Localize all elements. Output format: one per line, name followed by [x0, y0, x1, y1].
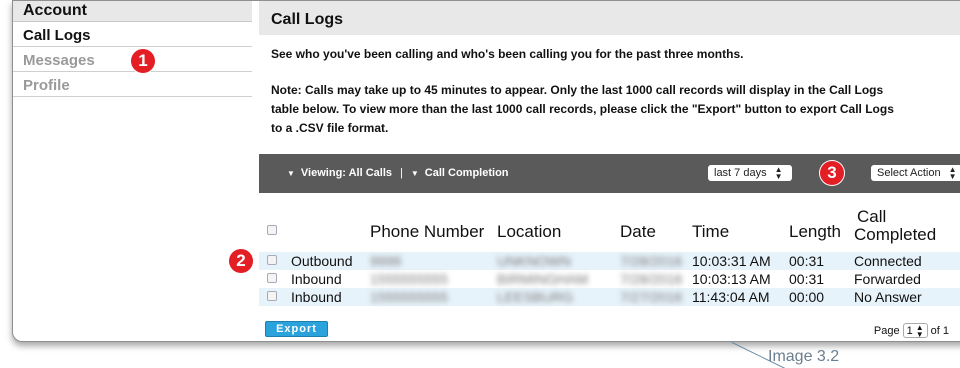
- select-arrows-icon: ▲ ▼: [774, 165, 783, 181]
- date-range-value: last 7 days: [714, 167, 767, 179]
- cell-length: 00:00: [789, 289, 825, 305]
- row-checkbox[interactable]: [267, 291, 277, 301]
- column-header-time[interactable]: Time: [692, 222, 729, 242]
- cell-status: Connected: [854, 253, 922, 269]
- column-header-length[interactable]: Length: [789, 222, 841, 242]
- cell-direction: Inbound: [291, 271, 342, 287]
- cell-length: 00:31: [789, 253, 825, 269]
- cell-direction: Inbound: [291, 289, 342, 305]
- cell-phone: 1555555555: [370, 289, 448, 305]
- filter-toolbar: ▼ Viewing: All Calls | ▼ Call Completion las…: [259, 154, 960, 193]
- cell-status: No Answer: [854, 289, 922, 305]
- sidebar-item-label: Call Logs: [23, 27, 91, 44]
- page-note: Note: Calls may take up to 45 minutes to…: [259, 61, 960, 138]
- cell-time: 11:43:04 AM: [692, 289, 770, 305]
- caret-down-icon[interactable]: ▼: [287, 169, 295, 178]
- cell-time: 10:03:13 AM: [692, 271, 771, 287]
- cell-direction: Outbound: [291, 253, 353, 269]
- table-row[interactable]: Inbound 1555555555 LEESBURG 7/27/2016 11…: [259, 288, 960, 306]
- column-header-phone[interactable]: Phone Number: [370, 222, 484, 242]
- cell-phone: 1555555555: [370, 271, 448, 287]
- page-prefix: Page: [873, 324, 900, 337]
- caret-down-icon[interactable]: ▼: [411, 169, 419, 178]
- select-all-checkbox[interactable]: [267, 225, 277, 235]
- cell-location: LEESBURG: [497, 289, 574, 305]
- sidebar-item-label: Messages: [23, 52, 95, 69]
- sidebar-item-profile[interactable]: Profile: [13, 72, 252, 97]
- column-header-call-completed[interactable]: Call Completed: [854, 208, 936, 244]
- cell-location: BIRMINGHAM: [497, 271, 588, 287]
- cell-status: Forwarded: [854, 271, 921, 287]
- action-select-value: Select Action: [877, 167, 941, 179]
- app-window: Account Call Logs Messages Profile Call …: [12, 0, 960, 342]
- image-caption: Image 3.2: [768, 348, 840, 365]
- cell-length: 00:31: [789, 271, 825, 287]
- page-select[interactable]: 1 ▲ ▼: [902, 322, 928, 339]
- note-line: table below. To view more than the last …: [271, 102, 894, 116]
- filter-group: ▼ Viewing: All Calls | ▼ Call Completion: [287, 167, 509, 179]
- filter-separator: |: [400, 167, 403, 179]
- callout-marker-2: 2: [229, 249, 253, 273]
- cell-date: 7/27/2016: [620, 289, 683, 305]
- cell-location: UNKNOWN: [497, 253, 571, 269]
- page-suffix: of 1: [930, 324, 949, 337]
- sidebar: Account Call Logs Messages Profile: [13, 1, 252, 341]
- cell-time: 10:03:31 AM: [692, 253, 771, 269]
- note-line: to a .CSV file format.: [271, 121, 389, 135]
- callout-marker-1: 1: [131, 49, 155, 73]
- select-arrows-icon: ▲ ▼: [948, 165, 957, 181]
- callout-marker-3: 3: [820, 161, 844, 185]
- page-description: See who you've been calling and who's be…: [271, 47, 744, 61]
- row-checkbox[interactable]: [267, 273, 277, 283]
- call-completion-filter[interactable]: Call Completion: [425, 167, 509, 179]
- cell-date: 7/28/2016: [620, 271, 683, 287]
- date-range-select[interactable]: last 7 days ▲ ▼: [708, 165, 792, 181]
- sidebar-item-call-logs[interactable]: Call Logs: [13, 22, 252, 47]
- cell-phone: 9999: [370, 253, 402, 269]
- sidebar-header: Account: [13, 1, 252, 22]
- export-button[interactable]: Export: [265, 321, 328, 337]
- sidebar-item-label: Profile: [23, 77, 70, 94]
- header-line: Call: [857, 207, 887, 226]
- column-header-location[interactable]: Location: [497, 222, 561, 242]
- header-line: Completed: [854, 225, 937, 244]
- column-header-date[interactable]: Date: [620, 222, 656, 242]
- table-row[interactable]: Inbound 1555555555 BIRMINGHAM 7/28/2016 …: [259, 270, 960, 288]
- main-content: Call Logs See who you've been calling an…: [259, 1, 960, 341]
- page-title: Call Logs: [259, 1, 960, 35]
- table-header: Phone Number Location Date Time Length C…: [259, 206, 960, 252]
- table-row[interactable]: Outbound 9999 UNKNOWN 7/28/2016 10:03:31…: [259, 252, 960, 270]
- pagination: Page 1 ▲ ▼ of 1: [874, 323, 949, 338]
- page-select-value: 1: [906, 324, 913, 337]
- action-select[interactable]: Select Action ▲ ▼: [871, 165, 960, 181]
- row-checkbox[interactable]: [267, 255, 277, 265]
- select-arrows-icon: ▲ ▼: [915, 322, 924, 339]
- call-log-table: Phone Number Location Date Time Length C…: [259, 206, 960, 306]
- viewing-filter[interactable]: Viewing: All Calls: [301, 167, 392, 179]
- cell-date: 7/28/2016: [620, 253, 683, 269]
- note-line: Note: Calls may take up to 45 minutes to…: [271, 83, 884, 97]
